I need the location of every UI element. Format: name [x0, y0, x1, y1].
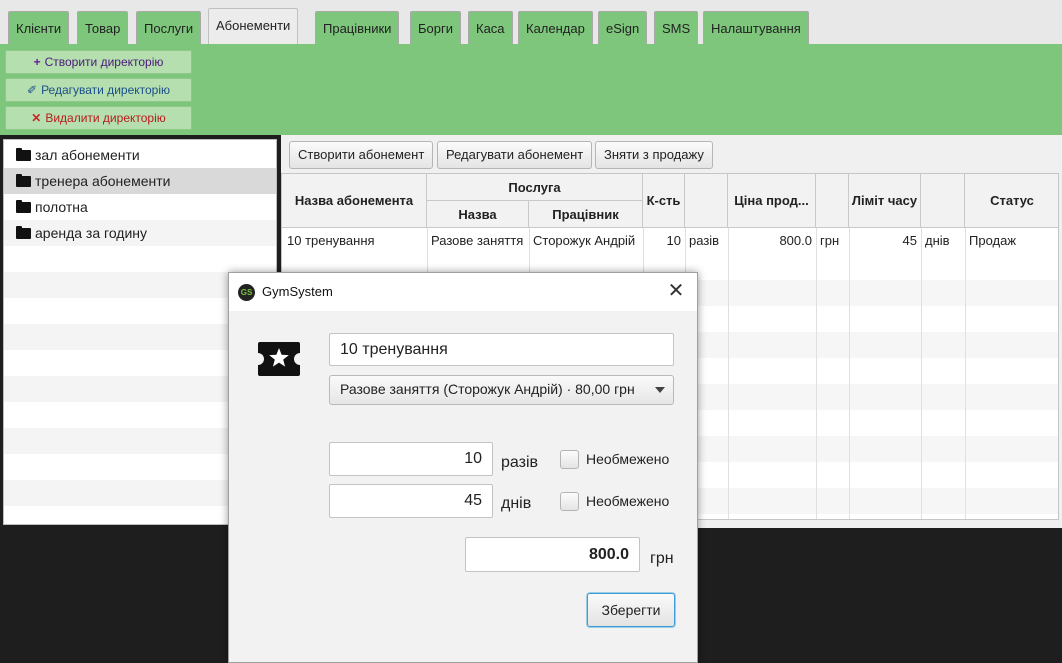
directory-toolbar: + Створити директорію ✐ Редагувати директо… — [0, 44, 1062, 135]
directory-item[interactable]: зал абонементи — [4, 142, 276, 168]
unlimited-visits-checkbox[interactable] — [560, 450, 579, 469]
tab-sms[interactable]: SMS — [654, 11, 699, 44]
column-header-service: Послуга — [427, 174, 643, 201]
cell-price: 800.0 — [779, 233, 812, 248]
create-directory-button[interactable]: + Створити директорію — [5, 50, 192, 74]
tab-services[interactable]: Послуги — [136, 11, 202, 44]
tab-clients[interactable]: Клієнти — [8, 11, 70, 44]
column-header-time-limit[interactable]: Ліміт часу — [849, 174, 921, 228]
cell-name: 10 тренування — [287, 233, 375, 248]
unlimited-days-checkbox[interactable] — [560, 492, 579, 511]
cell-status: Продаж — [969, 233, 1017, 248]
create-directory-label: Створити директорію — [44, 55, 164, 69]
column-header-name[interactable]: Назва абонемента — [282, 174, 427, 228]
dialog-titlebar[interactable]: GS GymSystem ✕ — [229, 273, 697, 311]
delete-directory-label: Видалити директорію — [45, 111, 166, 125]
edit-subscription-button[interactable]: Редагувати абонемент — [437, 141, 593, 169]
directory-item[interactable]: аренда за годину — [4, 220, 276, 246]
unlimited-days-label: Необмежено — [586, 493, 670, 509]
column-header-status[interactable]: Статус — [965, 174, 1058, 228]
unlimited-visits-label: Необмежено — [586, 451, 670, 467]
subscription-edit-dialog: GS GymSystem ✕ Разове заняття (Сторожук … — [228, 272, 698, 663]
column-header-count-unit — [685, 174, 728, 228]
create-subscription-button[interactable]: Створити абонемент — [289, 141, 434, 169]
tab-subscriptions[interactable]: Абонементи — [208, 8, 299, 44]
tab-goods[interactable]: Товар — [77, 11, 129, 44]
visits-count-field[interactable] — [329, 442, 493, 476]
folder-icon — [16, 226, 31, 239]
column-divider — [849, 228, 850, 519]
close-icon[interactable]: ✕ — [665, 280, 687, 302]
main-tab-bar: Клієнти Товар Послуги Абонементи Працівн… — [0, 0, 1062, 44]
directory-label: полотна — [35, 199, 88, 215]
edit-directory-button[interactable]: ✐ Редагувати директорію — [5, 78, 192, 102]
close-icon: ✕ — [31, 111, 42, 125]
app-logo-icon: GS — [238, 284, 255, 301]
cell-count-unit: разів — [689, 233, 720, 248]
directory-label: тренера абонементи — [35, 173, 171, 189]
tab-cash[interactable]: Каса — [468, 11, 513, 44]
service-select-value: Разове заняття (Сторожук Андрій) · 80,00… — [340, 381, 635, 397]
days-limit-field[interactable] — [329, 484, 493, 518]
column-header-service-name[interactable]: Назва — [427, 201, 529, 228]
withdraw-from-sale-button[interactable]: Зняти з продажу — [595, 141, 713, 169]
cell-worker: Сторожук Андрій — [533, 233, 636, 248]
cell-limit-unit: днів — [925, 233, 950, 248]
column-header-price[interactable]: Ціна прод... — [728, 174, 816, 228]
tab-esign[interactable]: eSign — [598, 11, 648, 44]
directory-label: аренда за годину — [35, 225, 148, 241]
tab-workers[interactable]: Працівники — [315, 11, 400, 44]
column-header-count[interactable]: К-сть — [643, 174, 685, 228]
chevron-down-icon — [655, 387, 665, 393]
directory-label: зал абонементи — [35, 147, 140, 163]
delete-directory-button[interactable]: ✕ Видалити директорію — [5, 106, 192, 130]
tab-debts[interactable]: Борги — [410, 11, 461, 44]
days-unit-label: днів — [501, 495, 532, 512]
column-divider — [816, 228, 817, 519]
folder-icon — [16, 174, 31, 187]
subscription-name-field[interactable] — [329, 333, 674, 366]
column-divider — [728, 228, 729, 519]
cell-count: 10 — [666, 233, 681, 248]
service-select[interactable]: Разове заняття (Сторожук Андрій) · 80,00… — [329, 375, 674, 405]
folder-icon — [16, 148, 31, 161]
folder-icon — [16, 200, 31, 213]
column-header-worker[interactable]: Працівник — [529, 201, 643, 228]
pencil-icon: ✐ — [27, 83, 38, 97]
currency-label: грн — [650, 550, 674, 567]
save-button[interactable]: Зберегти — [587, 593, 675, 627]
cell-service-name: Разове заняття — [431, 233, 524, 248]
tab-settings[interactable]: Налаштування — [703, 11, 809, 44]
column-header-currency — [816, 174, 849, 228]
directory-item[interactable]: тренера абонементи — [4, 168, 276, 194]
cell-time-limit: 45 — [902, 233, 917, 248]
edit-directory-label: Редагувати директорію — [41, 83, 170, 97]
column-divider — [921, 228, 922, 519]
column-divider — [965, 228, 966, 519]
cell-currency: грн — [820, 233, 840, 248]
plus-icon: + — [33, 55, 41, 69]
column-header-limit-unit — [921, 174, 965, 228]
visits-unit-label: разів — [501, 454, 539, 471]
directory-item[interactable]: полотна — [4, 194, 276, 220]
dialog-title: GymSystem — [262, 284, 333, 299]
tab-calendar[interactable]: Календар — [518, 11, 593, 44]
ticket-star-icon — [258, 342, 300, 376]
price-field[interactable] — [465, 537, 640, 572]
